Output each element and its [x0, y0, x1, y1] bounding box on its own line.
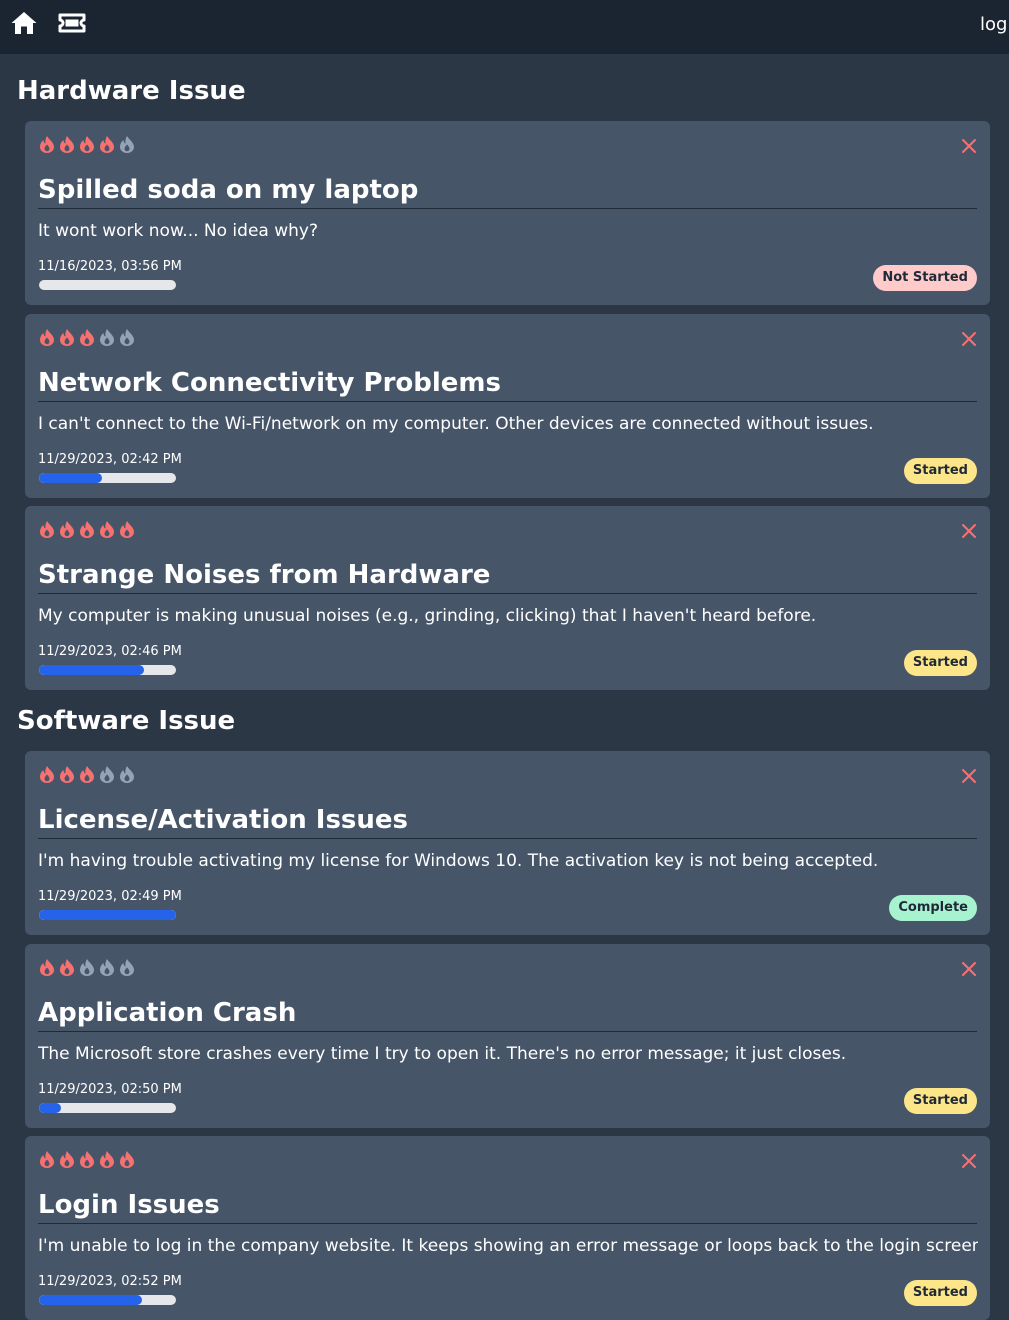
- flame-icon-active: [60, 959, 74, 976]
- ticket-card[interactable]: Application Crash The Microsoft store cra…: [25, 944, 990, 1128]
- ticket-date: 11/29/2023, 02:52 PM: [38, 1274, 182, 1289]
- close-icon[interactable]: [958, 958, 980, 980]
- priority-rating: [38, 520, 136, 538]
- ticket-card[interactable]: Spilled soda on my laptop It wont work no…: [25, 121, 990, 305]
- ticket-date: 11/29/2023, 02:49 PM: [38, 889, 182, 904]
- ticket-description: I'm having trouble activating my license…: [38, 851, 879, 871]
- ticket-description: The Microsoft store crashes every time I…: [38, 1044, 847, 1064]
- progress-bar: [39, 910, 176, 920]
- close-icon[interactable]: [958, 135, 980, 157]
- close-icon[interactable]: [958, 765, 980, 787]
- ticket-title: Network Connectivity Problems: [38, 366, 977, 402]
- status-badge: Started: [903, 1088, 977, 1114]
- flame-icon-inactive: [120, 959, 134, 976]
- priority-rating: [38, 958, 136, 976]
- flame-icon-inactive: [120, 766, 134, 783]
- ticket-card[interactable]: Network Connectivity Problems I can't con…: [25, 314, 990, 498]
- ticket-icon[interactable]: [58, 10, 86, 36]
- flame-icon-inactive: [120, 136, 134, 153]
- progress-bar: [39, 1295, 176, 1305]
- home-icon[interactable]: [10, 10, 38, 36]
- flame-icon-active: [60, 329, 74, 346]
- flame-icon-inactive: [100, 766, 114, 783]
- flame-icon-inactive: [100, 329, 114, 346]
- priority-rating: [38, 1150, 136, 1168]
- progress-bar-fill: [39, 473, 103, 483]
- flame-icon-active: [100, 136, 114, 153]
- progress-bar: [39, 665, 176, 675]
- flame-icon-active: [80, 1151, 94, 1168]
- progress-bar: [39, 1103, 176, 1113]
- progress-bar: [39, 280, 176, 290]
- flame-icon-active: [80, 521, 94, 538]
- flame-icon-active: [80, 766, 94, 783]
- ticket-description: I'm unable to log in the company website…: [38, 1236, 978, 1256]
- flame-icon-active: [120, 521, 134, 538]
- ticket-description: I can't connect to the Wi-Fi/network on …: [38, 414, 874, 434]
- flame-icon-active: [40, 329, 54, 346]
- flame-icon-active: [40, 136, 54, 153]
- ticket-description: It wont work now... No idea why?: [38, 221, 318, 241]
- status-badge: Started: [903, 650, 977, 676]
- status-badge: Started: [903, 458, 977, 484]
- flame-icon-active: [40, 521, 54, 538]
- flame-icon-active: [40, 1151, 54, 1168]
- flame-icon-active: [100, 521, 114, 538]
- priority-rating: [38, 135, 136, 153]
- flame-icon-active: [80, 136, 94, 153]
- flame-icon-active: [40, 766, 54, 783]
- flame-icon-active: [60, 521, 74, 538]
- flame-icon-active: [60, 136, 74, 153]
- ticket-date: 11/29/2023, 02:50 PM: [38, 1082, 182, 1097]
- progress-bar: [39, 473, 176, 483]
- flame-icon-active: [80, 329, 94, 346]
- flame-icon-active: [60, 766, 74, 783]
- ticket-date: 11/29/2023, 02:42 PM: [38, 452, 182, 467]
- progress-bar-fill: [39, 1295, 142, 1305]
- ticket-title: Login Issues: [38, 1188, 977, 1224]
- close-icon[interactable]: [958, 520, 980, 542]
- ticket-title: Strange Noises from Hardware: [38, 558, 977, 594]
- progress-bar-fill: [39, 1103, 61, 1113]
- flame-icon-active: [40, 959, 54, 976]
- section-title: Software Issue: [17, 706, 236, 736]
- priority-rating: [38, 328, 136, 346]
- ticket-card[interactable]: Strange Noises from Hardware My computer …: [25, 506, 990, 690]
- ticket-card[interactable]: Login Issues I'm unable to log in the com…: [25, 1136, 990, 1320]
- progress-bar-fill: [39, 910, 176, 920]
- ticket-title: Spilled soda on my laptop: [38, 173, 977, 209]
- flame-icon-inactive: [80, 959, 94, 976]
- section-title: Hardware Issue: [17, 76, 246, 106]
- ticket-description: My computer is making unusual noises (e.…: [38, 606, 817, 626]
- flame-icon-inactive: [120, 329, 134, 346]
- top-nav-bar: login: [0, 0, 1009, 54]
- ticket-title: Application Crash: [38, 996, 977, 1032]
- flame-icon-active: [60, 1151, 74, 1168]
- status-badge: Complete: [889, 895, 977, 921]
- login-link[interactable]: login: [980, 14, 1009, 35]
- ticket-date: 11/16/2023, 03:56 PM: [38, 259, 182, 274]
- status-badge: Started: [903, 1280, 977, 1306]
- close-icon[interactable]: [958, 1150, 980, 1172]
- close-icon[interactable]: [958, 328, 980, 350]
- priority-rating: [38, 765, 136, 783]
- flame-icon-active: [120, 1151, 134, 1168]
- ticket-title: License/Activation Issues: [38, 803, 977, 839]
- flame-icon-active: [100, 1151, 114, 1168]
- status-badge: Not Started: [873, 265, 977, 291]
- ticket-date: 11/29/2023, 02:46 PM: [38, 644, 182, 659]
- progress-bar-fill: [39, 665, 145, 675]
- flame-icon-inactive: [100, 959, 114, 976]
- ticket-card[interactable]: License/Activation Issues I'm having trou…: [25, 751, 990, 935]
